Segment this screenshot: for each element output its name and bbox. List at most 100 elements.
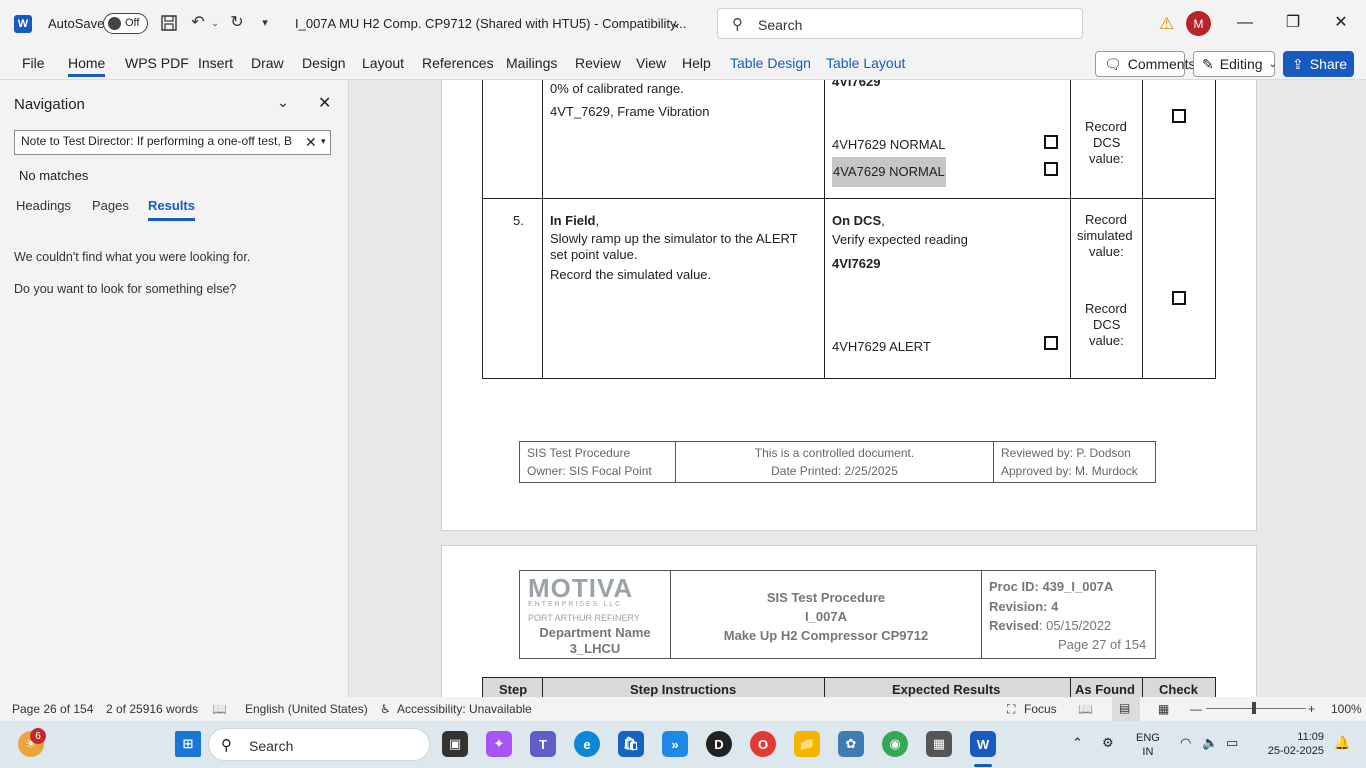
checkbox[interactable] (1172, 291, 1186, 305)
tab-draw[interactable]: Draw (251, 55, 284, 71)
row4-instruction-line2[interactable]: 4VT_7629, Frame Vibration (550, 104, 709, 120)
row5-instruction-line1[interactable]: Slowly ramp up the simulator to the ALER… (550, 231, 798, 247)
chevron-up-icon[interactable]: ⌃ (1072, 736, 1083, 750)
focus-icon[interactable]: ⛶ (1007, 702, 1015, 717)
word-count[interactable]: 2 of 25916 words (106, 702, 198, 716)
chevron-down-icon[interactable]: ⌄ (670, 14, 682, 31)
clear-icon[interactable]: ✕ (305, 134, 317, 151)
dell-icon[interactable]: D (706, 731, 732, 757)
volume-icon[interactable]: 🔈 (1202, 736, 1218, 750)
chrome-icon[interactable]: ◉ (882, 731, 908, 757)
web-layout-icon[interactable]: ▦ (1158, 702, 1169, 716)
avatar[interactable]: M (1186, 11, 1211, 36)
remote-desktop-icon[interactable]: ▦ (926, 731, 952, 757)
header-as-found: As Found (1075, 682, 1135, 697)
save-icon[interactable] (160, 14, 178, 32)
tab-layout[interactable]: Layout (362, 55, 404, 71)
row4-expected-tag[interactable]: 4VI7629 (832, 80, 880, 90)
share-button[interactable]: ⇪ Share ⌄ (1283, 51, 1361, 77)
zoom-slider-thumb[interactable] (1252, 702, 1256, 714)
tab-references[interactable]: References (422, 55, 494, 71)
tab-headings[interactable]: Headings (16, 198, 71, 213)
power-automate-icon[interactable]: » (662, 731, 688, 757)
copilot-icon[interactable]: ✦ (486, 731, 512, 757)
tab-file[interactable]: File (22, 55, 45, 71)
undo-icon[interactable]: ↶ (189, 14, 207, 32)
close-icon[interactable]: ✕ (1330, 12, 1352, 34)
notifications-icon[interactable]: 🔔 (1334, 736, 1350, 750)
navigation-search-input[interactable] (21, 134, 297, 148)
proc-id: Proc ID: 439_I_007A (989, 579, 1114, 594)
row5-instruction-line3[interactable]: Record the simulated value. (550, 267, 711, 283)
clock[interactable]: 11:09 25-02-2025 (1258, 730, 1324, 758)
close-icon[interactable]: ✕ (318, 93, 331, 113)
language[interactable]: English (United States) (245, 702, 368, 716)
chevron-down-icon[interactable]: ⌄ (277, 94, 289, 111)
row5-expected-title[interactable]: On DCS, (832, 213, 885, 229)
undo-dropdown-icon[interactable]: ⌄ (206, 14, 224, 32)
zoom-out-icon[interactable]: — (1190, 702, 1202, 716)
checkbox[interactable] (1044, 135, 1058, 149)
row5-expected-line1[interactable]: Verify expected reading (832, 232, 968, 248)
zoom-in-icon[interactable]: + (1308, 702, 1315, 716)
comments-button[interactable]: 🗨 Comments (1095, 51, 1195, 77)
taskbar-search[interactable]: ⚲ Search (208, 728, 430, 761)
table-border (482, 378, 1216, 379)
tab-review[interactable]: Review (575, 55, 621, 71)
read-mode-icon[interactable]: 📖 (1078, 702, 1093, 716)
row5-expected-alert[interactable]: 4VH7629 ALERT (832, 339, 931, 355)
row4-expected-normal-h[interactable]: 4VH7629 NORMAL (832, 137, 945, 153)
windows-start-icon[interactable]: ⊞ (175, 731, 201, 757)
row5-instruction-title[interactable]: In Field, (550, 213, 599, 229)
tab-table-design[interactable]: Table Design (730, 55, 811, 71)
tab-table-layout[interactable]: Table Layout (826, 55, 905, 71)
edge-icon[interactable]: e (574, 731, 600, 757)
row5-expected-tag[interactable]: 4VI7629 (832, 256, 880, 272)
opera-icon[interactable]: O (750, 731, 776, 757)
store-icon[interactable]: 🛍 (618, 731, 644, 757)
task-view-icon[interactable]: ▣ (442, 731, 468, 757)
checkbox[interactable] (1044, 336, 1058, 350)
tab-design[interactable]: Design (302, 55, 346, 71)
tab-results[interactable]: Results (148, 198, 195, 221)
proofing-icon[interactable]: 📖 (212, 702, 227, 716)
minimize-icon[interactable]: — (1234, 12, 1256, 34)
wifi-icon[interactable]: ◠ (1180, 736, 1191, 750)
customize-toolbar-icon[interactable]: ▾ (256, 14, 274, 32)
autosave-toggle[interactable]: Off (103, 13, 148, 34)
tab-help[interactable]: Help (682, 55, 711, 71)
app-icon[interactable]: ✿ (838, 731, 864, 757)
print-layout-icon[interactable]: ▤ (1112, 697, 1140, 721)
accessibility-status[interactable]: Accessibility: Unavailable (397, 702, 532, 716)
zoom-slider[interactable] (1206, 708, 1306, 709)
warning-icon[interactable]: ⚠ (1159, 14, 1174, 34)
checkbox[interactable] (1044, 162, 1058, 176)
tab-wps-pdf[interactable]: WPS PDF (125, 55, 189, 71)
tab-insert[interactable]: Insert (198, 55, 233, 71)
battery-icon[interactable]: ▭ (1226, 736, 1238, 750)
zoom-level[interactable]: 100% (1331, 702, 1362, 716)
maximize-icon[interactable]: ❐ (1282, 12, 1304, 34)
row4-instruction-line1[interactable]: 0% of calibrated range. (550, 81, 684, 97)
network-settings-icon[interactable]: ⚙ (1102, 736, 1114, 750)
navigation-search[interactable]: ✕ ▾ (14, 130, 331, 155)
search-box[interactable]: ⚲ Search (717, 8, 1083, 39)
language-indicator[interactable]: ENG IN (1136, 731, 1160, 759)
row4-expected-normal-a[interactable]: 4VA7629 NORMAL (832, 157, 946, 187)
tab-view[interactable]: View (636, 55, 666, 71)
dropdown-icon[interactable]: ▾ (321, 136, 326, 147)
tab-home[interactable]: Home (68, 55, 106, 77)
focus-label[interactable]: Focus (1024, 702, 1057, 716)
row5-instruction-line2[interactable]: set point value. (550, 247, 637, 263)
teams-icon[interactable]: T (530, 731, 556, 757)
page-count[interactable]: Page 26 of 154 (12, 702, 93, 716)
word-taskbar-icon[interactable]: W (970, 731, 996, 757)
document-title[interactable]: I_007A MU H2 Comp. CP9712 (Shared with H… (295, 16, 686, 31)
tab-mailings[interactable]: Mailings (506, 55, 557, 71)
accessibility-icon[interactable]: ♿ (380, 702, 391, 716)
checkbox[interactable] (1172, 109, 1186, 123)
redo-icon[interactable]: ↻ (228, 14, 246, 32)
editing-button[interactable]: ✎ Editing ⌄ (1193, 51, 1277, 77)
file-explorer-icon[interactable]: 📁 (794, 731, 820, 757)
tab-pages[interactable]: Pages (92, 198, 129, 213)
